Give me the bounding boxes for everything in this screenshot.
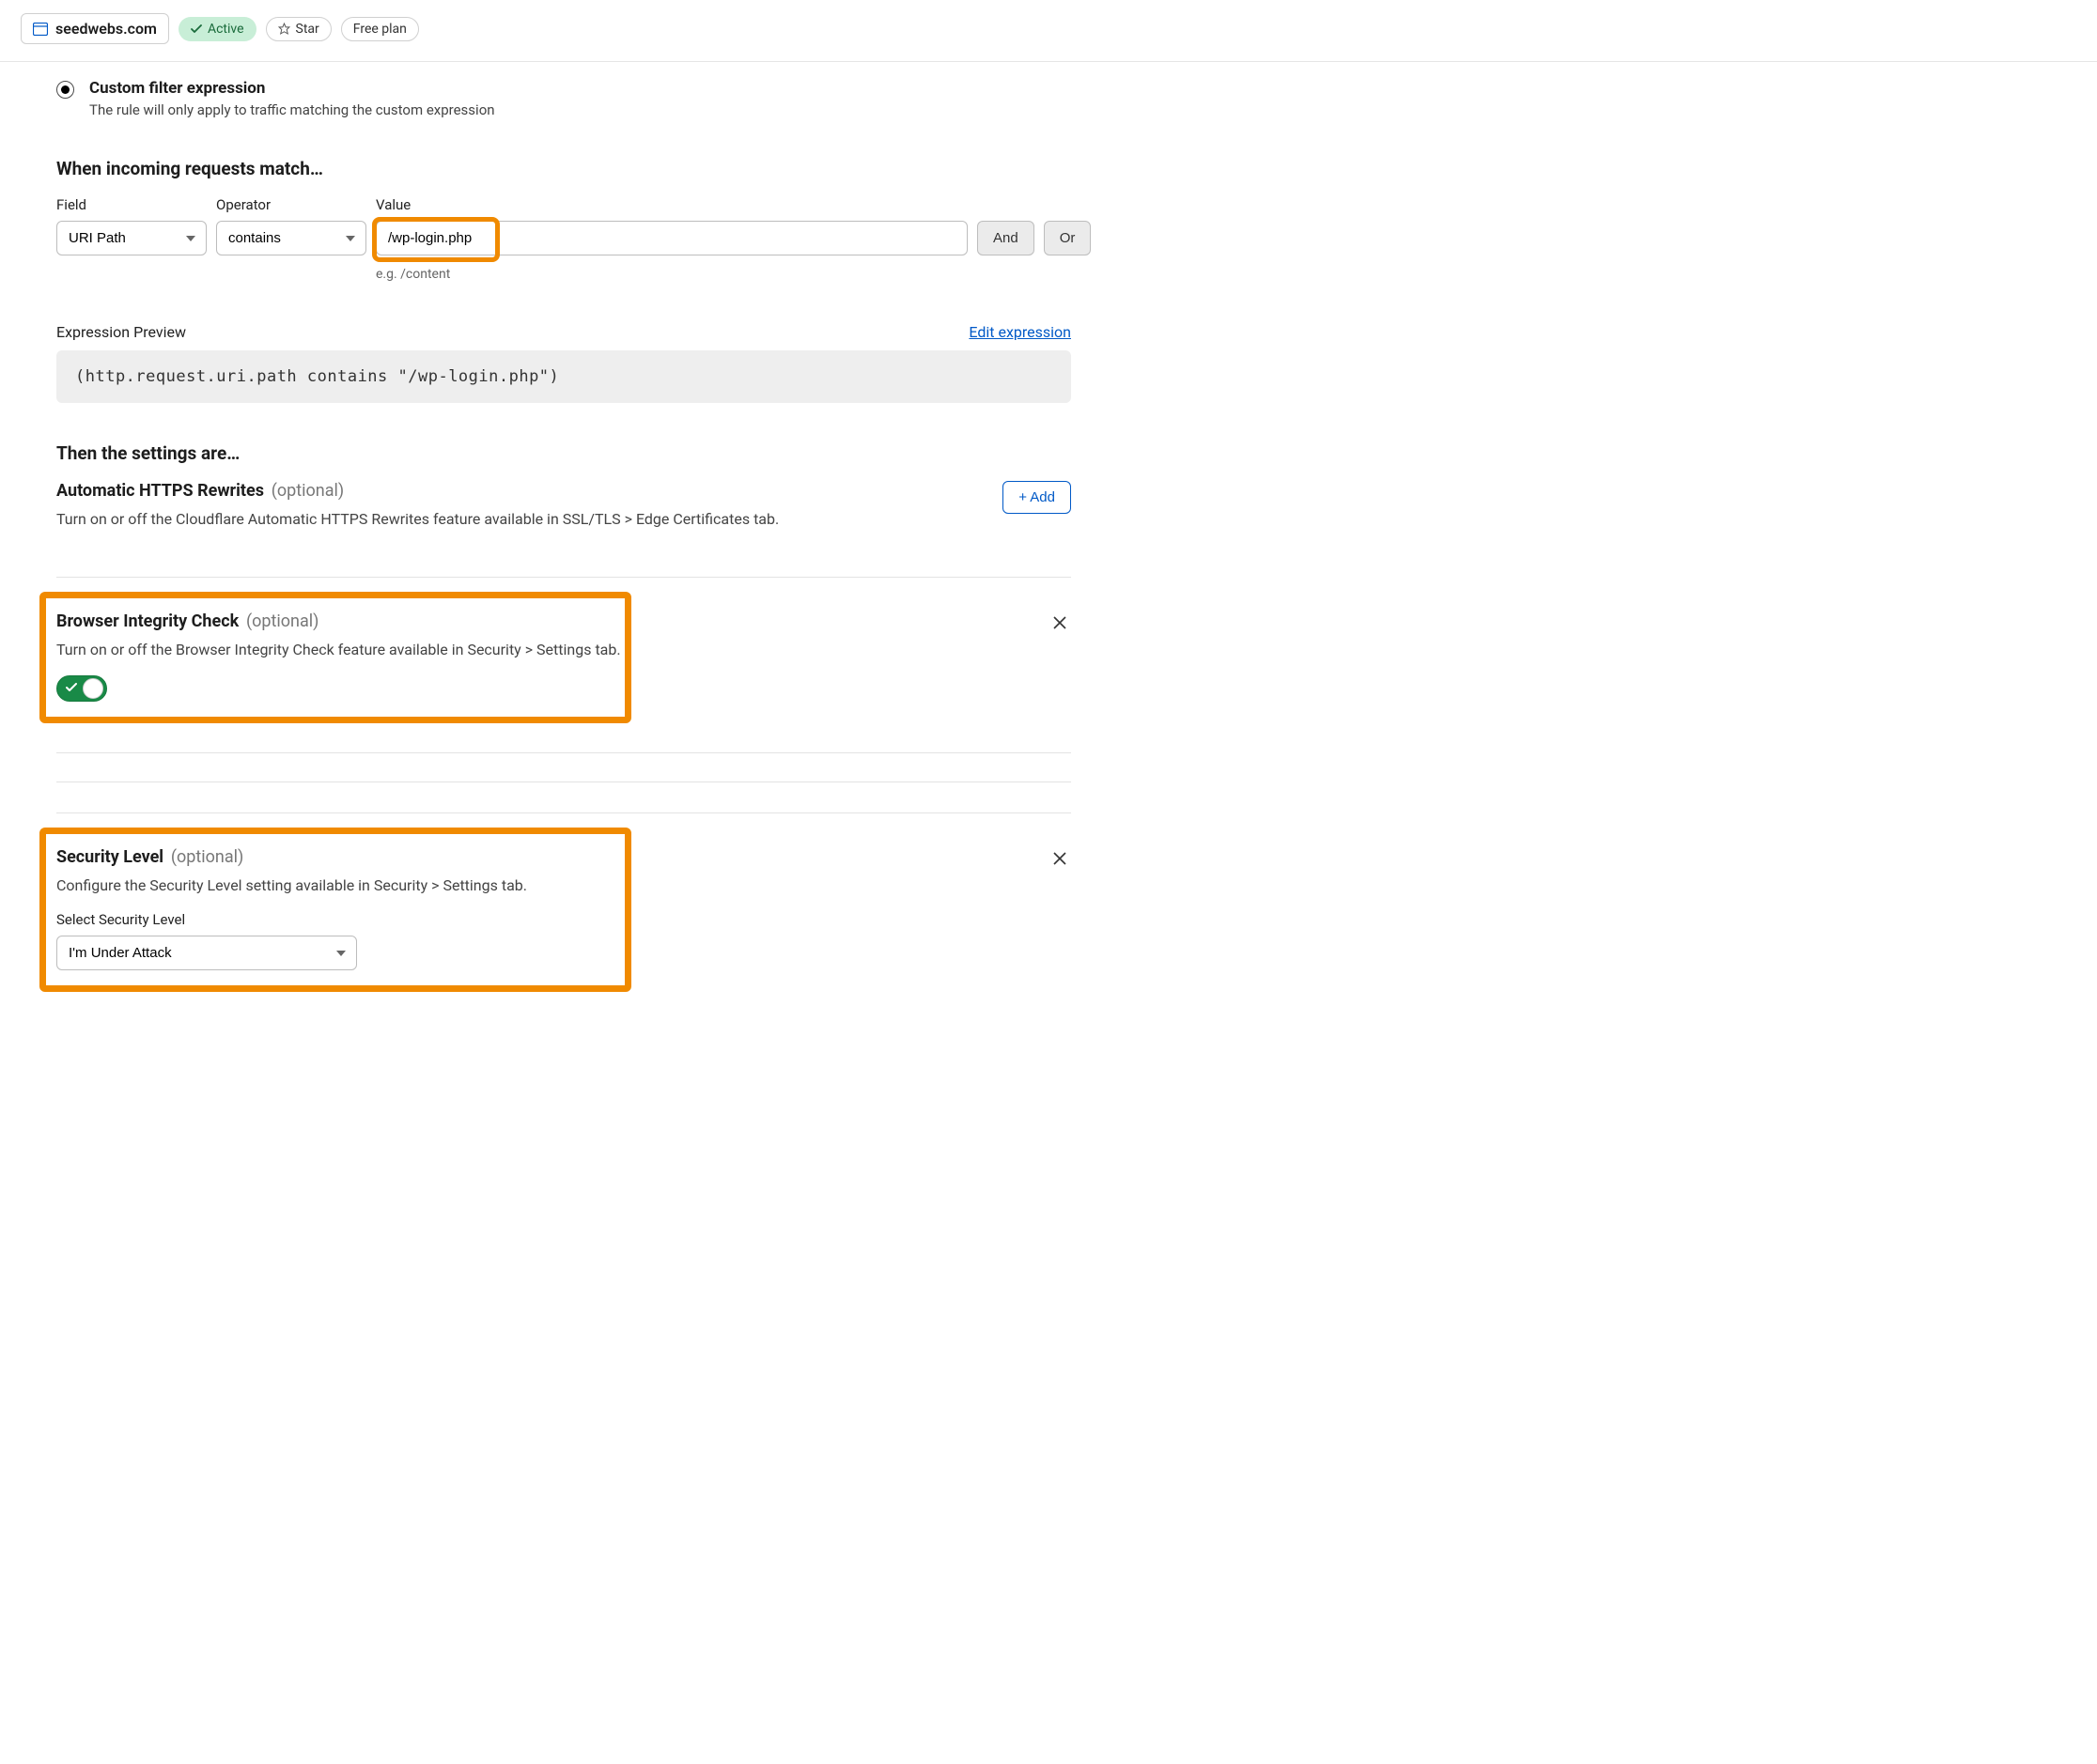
sec-select-label: Select Security Level <box>56 911 1048 928</box>
match-heading: When incoming requests match… <box>56 158 1071 179</box>
setting-https-rewrites: Automatic HTTPS Rewrites (optional) Turn… <box>56 481 1071 550</box>
star-label: Star <box>296 22 319 37</box>
check-icon <box>191 24 202 34</box>
field-select[interactable]: URI Path <box>56 221 207 255</box>
remove-bic-button[interactable] <box>1048 611 1071 639</box>
operator-select[interactable]: contains <box>216 221 366 255</box>
sec-title: Security Level <box>56 847 163 867</box>
or-button[interactable]: Or <box>1044 221 1092 255</box>
value-input[interactable] <box>376 221 968 255</box>
close-icon <box>1052 851 1067 866</box>
site-name: seedwebs.com <box>55 20 157 38</box>
edit-expression-link[interactable]: Edit expression <box>969 323 1071 341</box>
remove-security-level-button[interactable] <box>1048 847 1071 874</box>
bic-desc: Turn on or off the Browser Integrity Che… <box>56 641 621 658</box>
close-icon <box>1052 615 1067 630</box>
status-text: Active <box>208 22 244 37</box>
star-icon <box>278 23 290 35</box>
match-row: Field URI Path Operator contains Value e… <box>56 196 1071 282</box>
plan-badge[interactable]: Free plan <box>341 17 419 41</box>
website-icon <box>33 23 48 36</box>
toggle-knob <box>83 678 103 699</box>
radio-label: Custom filter expression <box>89 79 495 98</box>
https-title: Automatic HTTPS Rewrites <box>56 481 264 501</box>
add-button[interactable]: + Add <box>1002 481 1071 514</box>
plan-label: Free plan <box>353 22 407 37</box>
bic-optional: (optional) <box>246 611 318 631</box>
https-optional: (optional) <box>272 481 344 501</box>
status-badge: Active <box>179 17 256 41</box>
sec-optional: (optional) <box>171 847 243 867</box>
divider <box>56 812 1071 813</box>
bic-title: Browser Integrity Check <box>56 611 239 631</box>
star-button[interactable]: Star <box>266 17 332 41</box>
operator-label: Operator <box>216 196 366 213</box>
bic-toggle[interactable] <box>56 675 107 702</box>
divider <box>56 781 1071 782</box>
and-button[interactable]: And <box>977 221 1034 255</box>
content: Custom filter expression The rule will o… <box>0 62 1127 1030</box>
radio-description: The rule will only apply to traffic matc… <box>89 101 495 118</box>
setting-security-level: Security Level (optional) Configure the … <box>56 830 1071 993</box>
divider <box>56 577 1071 578</box>
top-bar: seedwebs.com Active Star Free plan <box>0 0 2097 62</box>
value-hint: e.g. /content <box>376 267 968 282</box>
filter-type-radio[interactable]: Custom filter expression The rule will o… <box>56 79 1071 118</box>
then-heading: Then the settings are… <box>56 442 1071 464</box>
value-label: Value <box>376 196 968 213</box>
sec-desc: Configure the Security Level setting ava… <box>56 876 1048 894</box>
setting-browser-integrity: Browser Integrity Check (optional) Turn … <box>56 595 1071 724</box>
site-selector[interactable]: seedwebs.com <box>21 13 169 44</box>
divider <box>56 752 1071 753</box>
expression-preview-header: Expression Preview Edit expression <box>56 323 1071 341</box>
expression-preview-code: (http.request.uri.path contains "/wp-log… <box>56 350 1071 403</box>
field-label: Field <box>56 196 207 213</box>
expression-preview-label: Expression Preview <box>56 323 186 341</box>
check-icon <box>66 682 77 696</box>
radio-icon <box>56 81 74 99</box>
security-level-select[interactable]: I'm Under Attack <box>56 936 357 970</box>
https-desc: Turn on or off the Cloudflare Automatic … <box>56 510 779 528</box>
